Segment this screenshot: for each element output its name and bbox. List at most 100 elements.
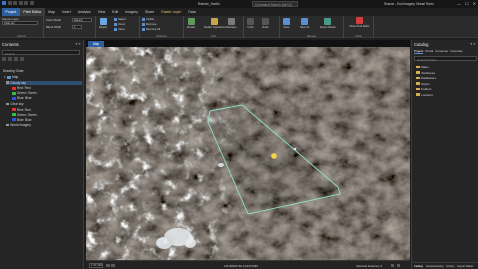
basemap-checkbox[interactable] bbox=[6, 123, 9, 127]
map-snap-icon[interactable] bbox=[111, 263, 115, 267]
open-project-icon[interactable] bbox=[13, 1, 17, 5]
catalog-item-databases[interactable]: Databases bbox=[416, 76, 436, 80]
remove-all-button[interactable]: Remove All bbox=[142, 27, 160, 31]
source-layer-dropdown[interactable]: Clear sky bbox=[2, 21, 38, 25]
redo-button[interactable]: Redo bbox=[262, 18, 269, 29]
map-scale-dropdown[interactable]: 1:47,216 bbox=[89, 263, 103, 268]
green-band-swatch bbox=[12, 91, 16, 95]
catalog-tab-project[interactable]: Project bbox=[414, 49, 424, 54]
blue-band-swatch bbox=[12, 96, 16, 100]
save-button[interactable]: Save bbox=[283, 18, 290, 29]
bottom-tab-history[interactable]: History bbox=[446, 265, 454, 268]
toc-layer-cloudy-sky[interactable]: Cloudy sky bbox=[6, 80, 82, 85]
clear-sky-checkbox[interactable] bbox=[6, 102, 9, 106]
command-search[interactable]: Command Search (Alt+Q) bbox=[252, 1, 298, 7]
visible-button[interactable]: Visible bbox=[142, 17, 154, 21]
cloudy-green-label: Green: Green bbox=[17, 91, 37, 95]
tab-imagery[interactable]: Imagery bbox=[122, 8, 142, 16]
save-as-button[interactable]: Save As bbox=[300, 18, 310, 29]
tab-raster-layer[interactable]: Raster Layer bbox=[158, 8, 185, 16]
reshape-label: Reshape bbox=[226, 25, 237, 29]
undo-icon[interactable] bbox=[24, 1, 28, 5]
save-project-icon[interactable] bbox=[18, 1, 23, 5]
window-controls: — ☐ ✕ bbox=[457, 1, 476, 6]
list-by-drawing-order-icon[interactable] bbox=[2, 56, 6, 61]
bottom-tab-export-raster[interactable]: Export Raster bbox=[457, 265, 473, 268]
tab-edit[interactable]: Edit bbox=[109, 8, 122, 16]
contents-search[interactable]: Search bbox=[2, 50, 80, 56]
catalog-item-label: Folders bbox=[421, 87, 432, 91]
export-raster-button[interactable]: Export Raster bbox=[320, 18, 336, 29]
refresh-icon[interactable] bbox=[396, 263, 400, 267]
collapse-map-icon[interactable]: ▾ bbox=[4, 75, 6, 79]
tab-share[interactable]: Share bbox=[141, 8, 157, 16]
list-by-source-icon[interactable] bbox=[8, 56, 12, 61]
tab-data[interactable]: Data bbox=[185, 8, 199, 16]
zoom-label: Zoom bbox=[118, 22, 126, 26]
quick-access-toolbar bbox=[2, 1, 34, 5]
toc-layer-clear-sky[interactable]: Clear sky bbox=[6, 102, 24, 106]
remove-button[interactable]: Remove bbox=[142, 22, 156, 26]
redact-operations-button[interactable]: Redact Operations bbox=[204, 18, 226, 29]
maximize-button[interactable]: ☐ bbox=[465, 1, 469, 6]
list-by-editing-icon[interactable] bbox=[20, 56, 24, 61]
cloudy-red-label: Red: Red bbox=[17, 86, 31, 90]
tab-analysis[interactable]: Analysis bbox=[74, 8, 94, 16]
reshape-button[interactable]: Reshape bbox=[226, 18, 236, 29]
redo-label: Redo bbox=[262, 25, 269, 29]
catalog-search[interactable]: Search Project bbox=[414, 56, 477, 62]
list-by-selection-icon[interactable] bbox=[14, 56, 18, 61]
tab-map[interactable]: Map bbox=[45, 8, 59, 16]
mosaic-icon bbox=[187, 18, 195, 25]
basemap-name: World Imagery bbox=[10, 123, 31, 127]
clear-button[interactable]: Clear bbox=[114, 27, 125, 31]
mosaic-button[interactable]: Mosaic bbox=[187, 18, 195, 29]
catalog-item-toolboxes[interactable]: Toolboxes bbox=[416, 71, 435, 75]
close-pixel-editor-button[interactable]: Close Pixel Editor bbox=[349, 17, 369, 28]
catalog-item-label: Maps bbox=[421, 65, 429, 69]
cloudy-sky-checkbox[interactable] bbox=[6, 81, 9, 84]
new-project-icon[interactable] bbox=[7, 1, 12, 5]
undo-button[interactable]: Undo bbox=[247, 18, 254, 29]
zoom-button[interactable]: Zoom bbox=[114, 22, 125, 26]
catalog-title: Catalog bbox=[414, 42, 429, 47]
contents-pane: Contents ▾ ✕ Search Drawing Order ▾ Map … bbox=[0, 40, 84, 269]
map-grid-icon[interactable] bbox=[106, 263, 110, 267]
command-search-placeholder: Command Search (Alt+Q) bbox=[255, 2, 292, 7]
tab-insert[interactable]: Insert bbox=[58, 8, 74, 16]
bottom-tab-geoprocessing[interactable]: Geoprocessing bbox=[426, 265, 443, 268]
pause-drawing-icon[interactable] bbox=[390, 263, 394, 267]
blend-width-input[interactable]: 1 bbox=[72, 25, 82, 29]
tab-pixel-editor[interactable]: Pixel Editor bbox=[19, 8, 45, 16]
point-marker-small[interactable] bbox=[293, 147, 297, 151]
tab-project[interactable]: Project bbox=[2, 8, 20, 16]
signed-in-user[interactable]: Sharon - Esri Imagery Virtual Team bbox=[384, 2, 433, 6]
color-model-dropdown[interactable]: Natural bbox=[72, 18, 92, 22]
catalog-tab-portal[interactable]: Portal bbox=[425, 49, 433, 54]
catalog-item-locators[interactable]: Locators bbox=[416, 93, 433, 97]
bottom-tab-catalog[interactable]: Catalog bbox=[414, 265, 423, 268]
folder-icon bbox=[416, 65, 420, 69]
catalog-tab-computer[interactable]: Computer bbox=[435, 49, 448, 54]
minimize-button[interactable]: — bbox=[457, 1, 461, 6]
tab-view[interactable]: View bbox=[94, 8, 109, 16]
toc-map[interactable]: ▾ Map bbox=[4, 75, 18, 79]
map-view-tab[interactable]: Map bbox=[88, 40, 105, 47]
catalog-item-folders[interactable]: Folders bbox=[416, 87, 431, 91]
export-raster-icon bbox=[324, 18, 332, 25]
catalog-item-styles[interactable]: Styles bbox=[416, 82, 430, 86]
contents-pane-controls[interactable]: ▾ ✕ bbox=[75, 42, 81, 46]
region-button[interactable]: Region bbox=[99, 18, 107, 29]
toc-layer-basemap[interactable]: World Imagery bbox=[6, 123, 31, 127]
catalog-pane-controls[interactable]: ▾ ✕ bbox=[470, 42, 476, 46]
catalog-tab-favorites[interactable]: Favorites bbox=[450, 49, 462, 54]
redo-icon[interactable] bbox=[29, 1, 34, 5]
catalog-item-maps[interactable]: Maps bbox=[416, 65, 429, 69]
save-label: Save bbox=[283, 25, 290, 29]
edit-group-label: Edit bbox=[211, 34, 216, 38]
point-marker[interactable] bbox=[271, 153, 277, 159]
select-button[interactable]: Select bbox=[114, 17, 126, 21]
clear-label: Clear bbox=[118, 27, 125, 31]
map-canvas[interactable] bbox=[86, 47, 410, 260]
close-window-button[interactable]: ✕ bbox=[473, 1, 476, 6]
